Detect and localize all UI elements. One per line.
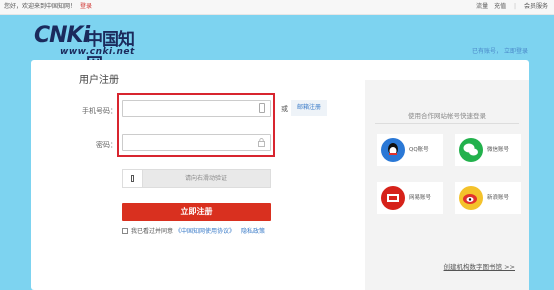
recharge-link[interactable]: 流量 充值 bbox=[470, 3, 506, 10]
login-now-link[interactable]: 立即登录 bbox=[504, 48, 528, 55]
lock-icon bbox=[258, 138, 265, 147]
qq-icon bbox=[381, 138, 405, 162]
top-bar: 您好，欢迎来到中国知网！ 登录 流量 充值 | 会员服务 bbox=[0, 0, 554, 15]
password-input[interactable] bbox=[123, 140, 251, 156]
password-field[interactable] bbox=[122, 134, 271, 156]
qq-label: QQ账号 bbox=[409, 147, 429, 153]
slider-text: 请向右滑动验证 bbox=[184, 175, 227, 182]
recharge-prefix: 流量 bbox=[476, 3, 489, 10]
site-header: CNKi 中国知网 www.cnki.net 已有账号，立即登录 bbox=[0, 15, 554, 75]
recharge-label: 充值 bbox=[494, 3, 507, 10]
member-service-link[interactable]: 会员服务 bbox=[524, 3, 548, 10]
wechat-icon bbox=[459, 138, 483, 162]
welcome-area: 您好，欢迎来到中国知网！ 登录 bbox=[4, 0, 92, 14]
top-right-links: 流量 充值 | 会员服务 bbox=[464, 0, 548, 14]
or-text: 或 bbox=[281, 105, 288, 113]
page-title: 用户注册 bbox=[79, 75, 119, 86]
password-label: 密码： bbox=[96, 141, 117, 149]
agreement-link[interactable]: 《中国知网使用协议》 bbox=[175, 226, 235, 235]
logo-url-text: www.cnki.net bbox=[60, 47, 135, 57]
weibo-icon bbox=[459, 186, 483, 210]
logo-cnki-text: CNKi bbox=[34, 23, 90, 48]
wechat-label: 微信账号 bbox=[487, 147, 510, 153]
weibo-login-button[interactable]: 新浪账号 bbox=[455, 182, 521, 214]
phone-field[interactable] bbox=[122, 100, 271, 122]
weibo-label: 新浪账号 bbox=[487, 195, 510, 201]
has-account-text: 已有账号， bbox=[471, 48, 502, 55]
phone-input[interactable] bbox=[123, 106, 251, 122]
register-button[interactable]: 立即注册 bbox=[122, 203, 271, 221]
slide-verification[interactable]: 请向右滑动验证 bbox=[122, 169, 271, 188]
phone-label-text: 手机号码 bbox=[82, 107, 110, 115]
email-register-button[interactable]: 邮箱注册 bbox=[291, 100, 327, 116]
login-prompt: 已有账号， 立即登录 bbox=[472, 46, 528, 55]
qq-login-button[interactable]: QQ账号 bbox=[377, 134, 443, 166]
divider bbox=[375, 123, 519, 124]
separator: | bbox=[514, 3, 517, 10]
slider-handle-icon bbox=[131, 175, 134, 182]
netease-label: 网易账号 bbox=[409, 195, 432, 201]
agree-text: 我已看过并同意 bbox=[131, 228, 174, 235]
password-label-text: 密码 bbox=[96, 141, 110, 149]
cnki-logo[interactable]: CNKi 中国知网 www.cnki.net bbox=[34, 23, 142, 75]
wechat-login-button[interactable]: 微信账号 bbox=[455, 134, 521, 166]
create-library-link[interactable]: 创建机构数字图书馆 >> bbox=[444, 261, 515, 271]
agree-checkbox[interactable] bbox=[122, 227, 128, 234]
partner-login-panel: 使用合作网站帐号快速登录 QQ账号 微信账号 网易账号 新浪账号 创建机构数字图… bbox=[365, 80, 529, 290]
netease-login-button[interactable]: 网易账号 bbox=[377, 182, 443, 214]
phone-icon bbox=[259, 103, 265, 113]
privacy-link[interactable]: 隐私政策 bbox=[241, 226, 265, 235]
slider-handle[interactable] bbox=[123, 170, 143, 187]
top-login-link[interactable]: 登录 bbox=[80, 3, 92, 10]
partner-title: 使用合作网站帐号快速登录 bbox=[408, 112, 486, 120]
agreement-row: 我已看过并同意 《中国知网使用协议》 隐私政策 bbox=[122, 226, 265, 235]
phone-label: 手机号码： bbox=[82, 107, 117, 115]
welcome-text: 您好，欢迎来到中国知网！ bbox=[4, 3, 77, 10]
register-card: 用户注册 手机号码： 或 邮箱注册 密码： 请向右滑动验证 立即注册 我已看过并… bbox=[31, 60, 529, 290]
netease-icon bbox=[381, 186, 405, 210]
